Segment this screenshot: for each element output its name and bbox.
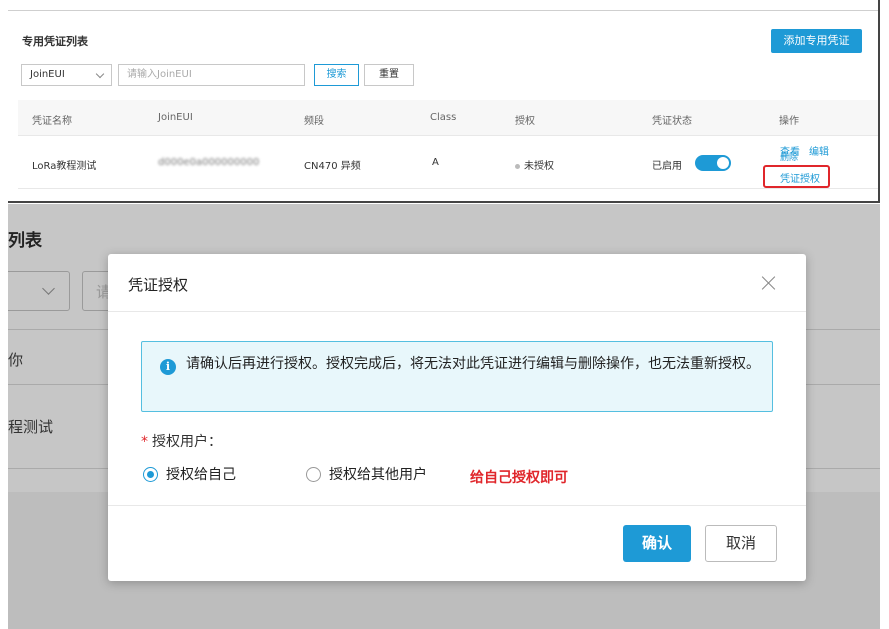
- radio-authorize-other[interactable]: 授权给其他用户: [306, 464, 427, 484]
- status-dot-icon: [515, 163, 520, 169]
- info-icon: i: [160, 359, 176, 375]
- cell-class: A: [432, 157, 439, 168]
- authorize-dialog: 凭证授权 i 请确认后再进行授权。授权完成后，将无法对此凭证进行编辑与删除操作，…: [108, 254, 806, 581]
- column-header-name: 凭证名称: [32, 116, 72, 127]
- filter-select[interactable]: JoinEUI: [21, 64, 112, 86]
- edit-link[interactable]: 编辑: [809, 143, 829, 158]
- column-header-band: 频段: [304, 116, 324, 127]
- column-header-joineui: JoinEUI: [158, 112, 193, 123]
- auth-status-text: 未授权: [524, 161, 554, 172]
- highlight-box: [763, 165, 830, 188]
- background-select: [8, 271, 70, 311]
- reset-button[interactable]: 重置: [364, 64, 414, 86]
- dialog-divider: [108, 311, 806, 312]
- close-icon[interactable]: [760, 274, 778, 292]
- chevron-down-icon: [42, 282, 55, 295]
- info-alert: i 请确认后再进行授权。授权完成后，将无法对此凭证进行编辑与删除操作，也无法重新…: [141, 341, 773, 412]
- alert-text: 请确认后再进行授权。授权完成后，将无法对此凭证进行编辑与删除操作，也无法重新授权…: [186, 356, 760, 372]
- radio-other-label: 授权给其他用户: [329, 467, 427, 483]
- radio-checked-icon: [143, 466, 158, 482]
- credential-list-panel: 专用凭证列表 添加专用凭证 JoinEUI 请输入JoinEUI 搜索 重置 凭…: [8, 0, 880, 203]
- search-button[interactable]: 搜索: [314, 64, 359, 86]
- confirm-button[interactable]: 确认: [623, 525, 691, 562]
- dialog-title: 凭证授权: [128, 276, 189, 294]
- radio-authorize-self[interactable]: 授权给自己: [143, 464, 236, 484]
- background-row-fragment: 程测试: [8, 418, 54, 436]
- top-divider: [8, 10, 878, 11]
- page-title: 专用凭证列表: [22, 35, 88, 48]
- dialog-footer-divider: [108, 505, 806, 506]
- toggle-knob: [717, 157, 729, 169]
- cell-band: CN470 异频: [304, 161, 361, 172]
- radio-unchecked-icon: [306, 466, 321, 482]
- add-credential-button[interactable]: 添加专用凭证: [771, 29, 862, 53]
- chevron-down-icon: [95, 69, 105, 79]
- cell-auth: 未授权: [515, 157, 554, 172]
- status-toggle[interactable]: [695, 155, 731, 171]
- background-header-fragment: 你: [8, 351, 24, 369]
- annotation-note: 给自己授权即可: [470, 470, 568, 486]
- column-header-status: 凭证状态: [652, 116, 692, 127]
- filter-select-value: JoinEUI: [30, 69, 65, 80]
- column-header-auth: 授权: [515, 116, 535, 127]
- field-label-text: 授权用户：: [152, 434, 222, 450]
- background-title: 列表: [8, 231, 42, 251]
- required-mark: *: [141, 434, 148, 450]
- cell-name: LoRa教程测试: [32, 161, 97, 172]
- field-label: * 授权用户：: [141, 431, 222, 451]
- cell-joineui: d000e0a000000000: [158, 157, 260, 168]
- column-header-actions: 操作: [779, 116, 799, 127]
- table-row: LoRa教程测试 d000e0a000000000 CN470 异频 A 未授权…: [18, 137, 878, 189]
- search-input[interactable]: 请输入JoinEUI: [118, 64, 305, 86]
- delete-link[interactable]: 删除: [780, 154, 798, 163]
- radio-self-label: 授权给自己: [166, 467, 236, 483]
- table-header: 凭证名称 JoinEUI 频段 Class 授权 凭证状态 操作: [18, 100, 878, 136]
- cell-status: 已启用: [652, 161, 682, 172]
- column-header-class: Class: [430, 112, 457, 123]
- cancel-button[interactable]: 取消: [705, 525, 777, 562]
